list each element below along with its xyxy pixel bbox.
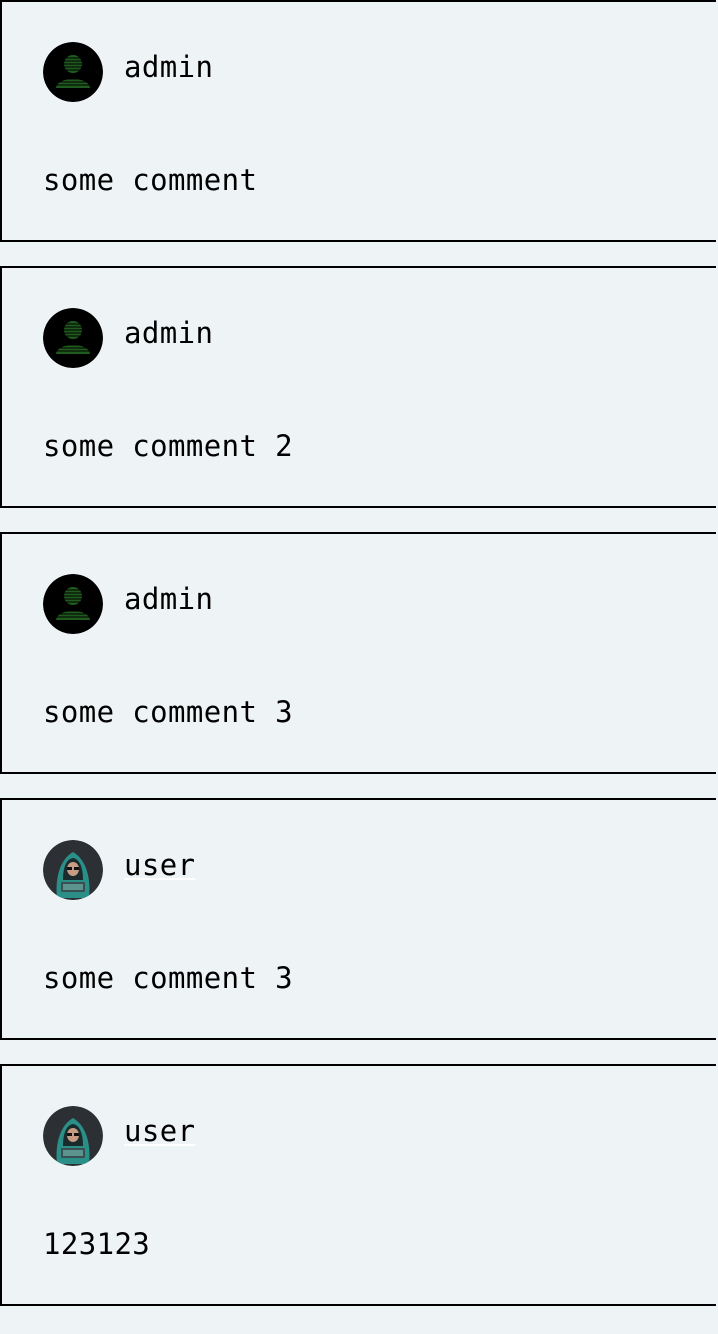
comment-card: user some comment 3 bbox=[0, 798, 716, 1040]
comment-text: some comment 3 bbox=[43, 961, 294, 995]
comment-text: 123123 bbox=[43, 1227, 151, 1261]
comment-card: admin some comment 2 bbox=[0, 266, 716, 508]
comment-author[interactable]: admin bbox=[124, 581, 213, 617]
comment-text: some comment bbox=[43, 163, 258, 197]
comment-text: some comment 2 bbox=[43, 429, 294, 463]
comment-card: admin some comment bbox=[0, 0, 716, 242]
comment-author[interactable]: user bbox=[124, 847, 195, 883]
admin-avatar-icon[interactable] bbox=[43, 574, 103, 634]
comment-author[interactable]: admin bbox=[124, 49, 213, 85]
hooded-hacker-avatar-icon[interactable] bbox=[43, 840, 103, 900]
comment-card: admin some comment 3 bbox=[0, 532, 716, 774]
comment-author[interactable]: admin bbox=[124, 315, 213, 351]
comment-text: some comment 3 bbox=[43, 695, 294, 729]
comment-card: user 123123 bbox=[0, 1064, 716, 1306]
hooded-hacker-avatar-icon[interactable] bbox=[43, 1106, 103, 1166]
comment-author[interactable]: user bbox=[124, 1113, 195, 1149]
admin-avatar-icon[interactable] bbox=[43, 308, 103, 368]
admin-avatar-icon[interactable] bbox=[43, 42, 103, 102]
